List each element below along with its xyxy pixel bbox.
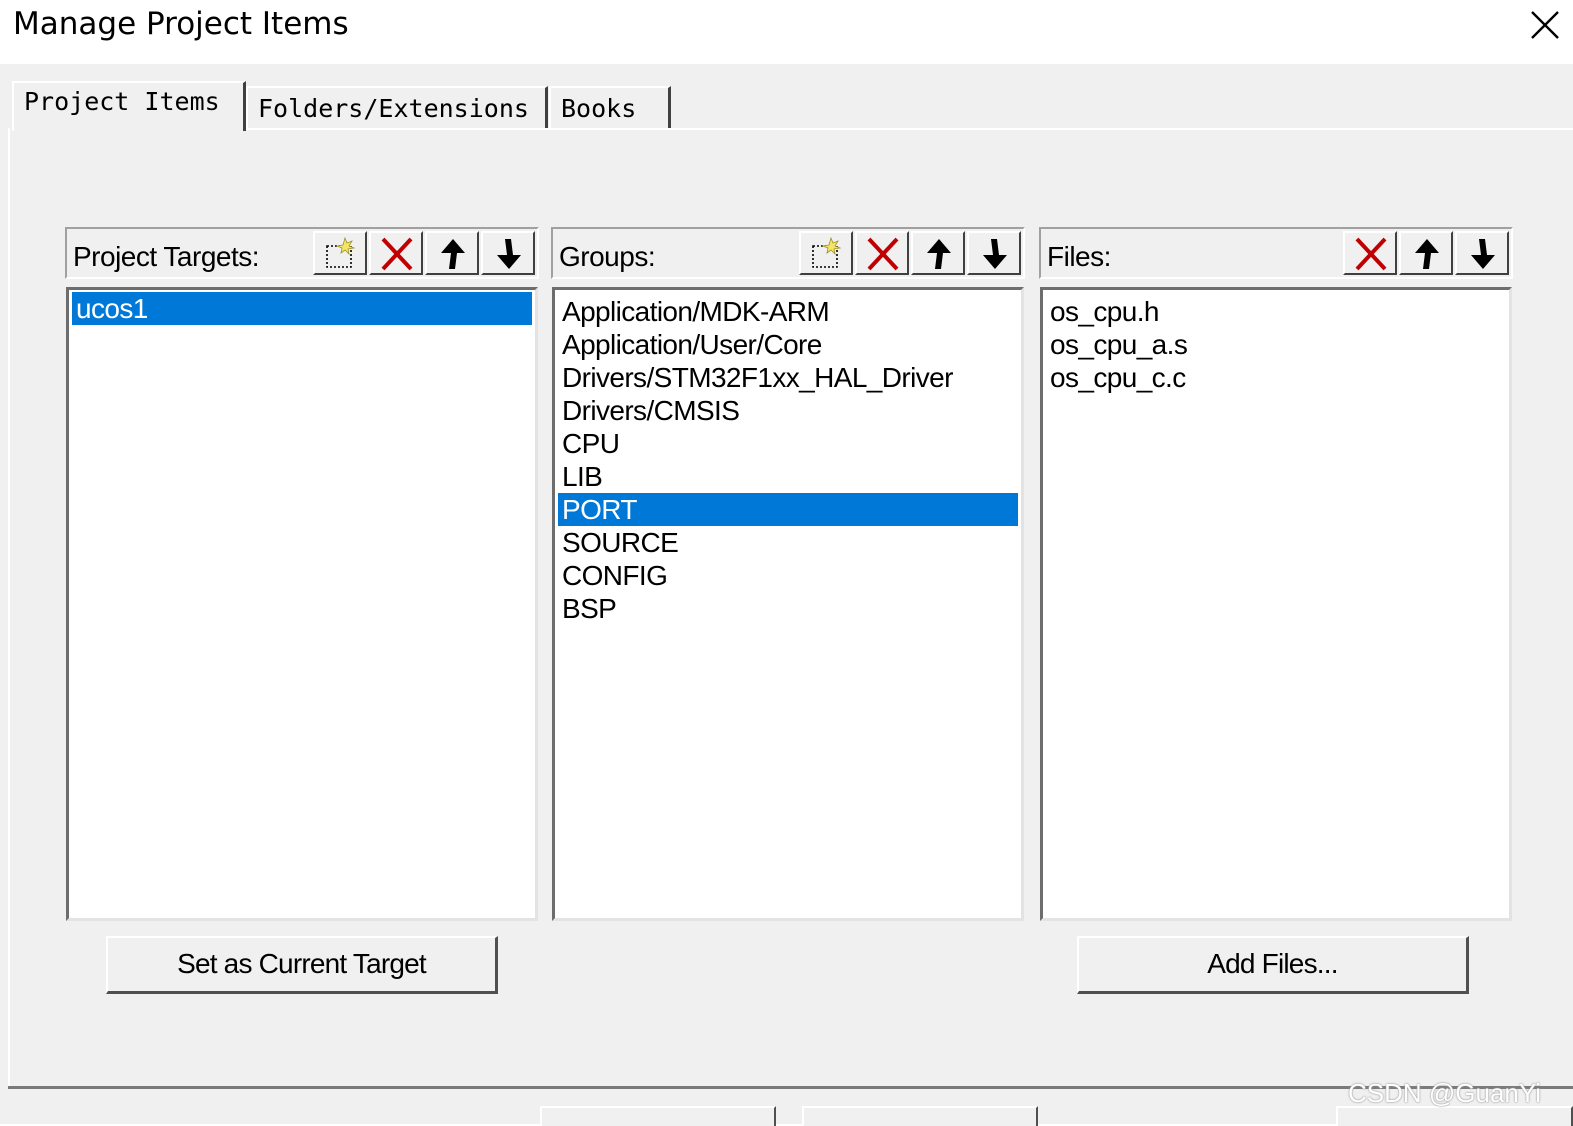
list-item[interactable]: CPU [558,427,1018,460]
tab-books[interactable]: Books [549,86,671,130]
tab-label: Folders/Extensions [258,94,529,123]
delete-icon [867,237,899,271]
list-item[interactable]: SOURCE [558,526,1018,559]
list-item[interactable]: Application/MDK-ARM [558,295,1018,328]
move-target-up-button[interactable] [425,231,479,275]
move-group-down-button[interactable] [967,231,1021,275]
tab-page-edge [8,128,10,1088]
tab-folders-extensions[interactable]: Folders/Extensions [246,86,548,130]
move-file-down-button[interactable] [1455,231,1509,275]
delete-icon [1355,237,1387,271]
groups-label: Groups: [559,241,656,272]
delete-group-button[interactable] [855,231,909,275]
list-item[interactable]: Application/User/Core [558,328,1018,361]
list-item[interactable]: os_cpu.h [1046,295,1506,328]
groups-list[interactable]: Application/MDK-ARM Application/User/Cor… [552,287,1024,921]
dialog-ok-button[interactable] [540,1106,776,1126]
groups-header: Groups: [551,227,1025,279]
files-header: Files: [1039,227,1513,279]
targets-label: Project Targets: [73,241,260,272]
move-file-up-button[interactable] [1399,231,1453,275]
set-current-target-button[interactable]: Set as Current Target [106,936,498,994]
tab-strip-edge [246,128,1573,130]
list-item[interactable]: Drivers/STM32F1xx_HAL_Driver [558,361,1018,394]
new-target-button[interactable] [313,231,367,275]
tab-label: Books [561,94,637,123]
window-title: Manage Project Items [13,6,349,42]
move-down-icon [983,239,1007,269]
dialog-help-button[interactable] [1336,1106,1573,1126]
new-group-button[interactable] [799,231,853,275]
move-up-icon [1415,239,1439,269]
delete-file-button[interactable] [1343,231,1397,275]
close-icon [1531,11,1559,39]
list-item[interactable]: ucos1 [72,292,532,325]
list-item[interactable]: LIB [558,460,1018,493]
targets-list[interactable]: ucos1 [66,287,538,921]
move-target-down-button[interactable] [481,231,535,275]
list-item[interactable]: os_cpu_c.c [1046,361,1506,394]
list-item[interactable]: CONFIG [558,559,1018,592]
list-item[interactable]: Drivers/CMSIS [558,394,1018,427]
watermark: CSDN @GuanYi [1348,1078,1542,1108]
title-bar: Manage Project Items [0,0,1573,64]
files-label: Files: [1047,241,1111,272]
close-button[interactable] [1520,0,1570,50]
move-up-icon [927,239,951,269]
list-item[interactable]: PORT [558,493,1018,526]
new-item-icon [812,237,842,268]
move-down-icon [1471,239,1495,269]
files-list[interactable]: os_cpu.h os_cpu_a.s os_cpu_c.c [1040,287,1512,921]
new-item-icon [326,237,356,268]
tab-project-items[interactable]: Project Items [12,81,246,131]
move-down-icon [497,239,521,269]
list-item[interactable]: os_cpu_a.s [1046,328,1506,361]
delete-icon [381,237,413,271]
add-files-button[interactable]: Add Files... [1077,936,1469,994]
move-group-up-button[interactable] [911,231,965,275]
list-item[interactable]: BSP [558,592,1018,625]
move-up-icon [441,239,465,269]
tab-page-bottom-edge [8,1086,1573,1089]
tab-label: Project Items [24,87,220,116]
dialog-cancel-button[interactable] [802,1106,1038,1126]
targets-header: Project Targets: [65,227,539,279]
delete-target-button[interactable] [369,231,423,275]
